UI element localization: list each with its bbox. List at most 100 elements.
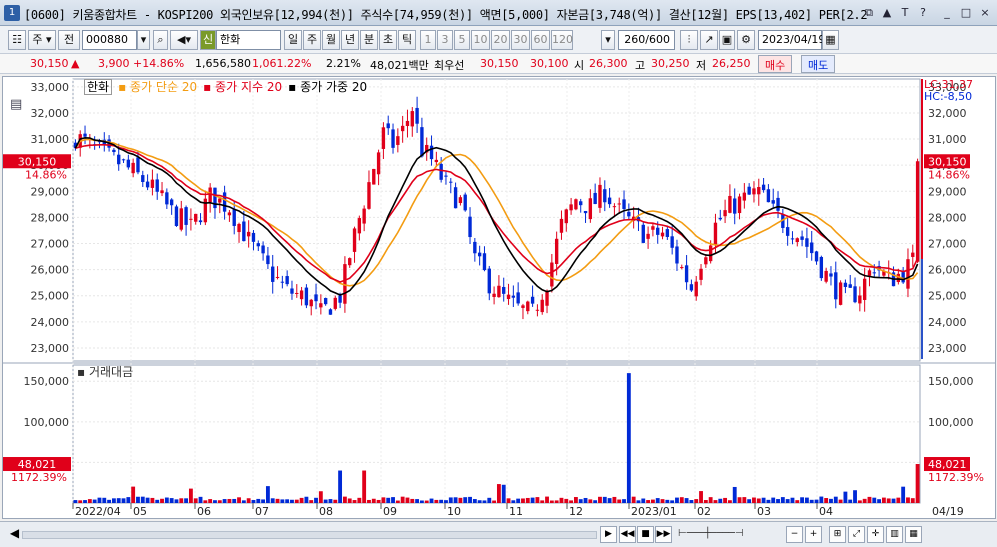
minute-tab-20[interactable]: 20 [491, 30, 510, 50]
legend-item-1[interactable]: ▪ 종가 단순 20 [118, 80, 197, 94]
minute-tab-5[interactable]: 5 [454, 30, 470, 50]
volume-bar [598, 496, 602, 503]
edge-blue-bar [921, 259, 923, 359]
candle-body [434, 159, 439, 163]
legend-item-0[interactable]: 한화 [84, 79, 113, 95]
volume-bar [501, 484, 506, 503]
legend-item-3[interactable]: ▪ 종가 가중 20 [288, 80, 367, 94]
buy-button[interactable]: 매수 [758, 55, 793, 73]
minimize-icon[interactable]: _ [843, 5, 859, 20]
candle-body [737, 196, 742, 214]
layout-icon[interactable]: ▥ [886, 526, 903, 543]
grid-toggle-icon[interactable]: ▦ [905, 526, 922, 543]
volume-bar [660, 499, 665, 503]
stock-code-input[interactable]: 000880 [82, 30, 137, 50]
volume-pane [72, 364, 921, 504]
scroll-left-icon[interactable]: ◀ [6, 526, 23, 543]
save-icon[interactable]: ▣ [719, 30, 735, 50]
candle-body [256, 243, 260, 247]
volume-bar [857, 500, 862, 503]
price-tick-left: 24,000 [31, 316, 70, 329]
period-tab-2[interactable]: 월 [322, 30, 340, 50]
lock-icon[interactable]: ⊞ [829, 526, 846, 543]
settings-icon[interactable]: ⚙ [737, 30, 755, 50]
minute-tab-120[interactable]: 120 [551, 30, 573, 50]
minute-tab-1[interactable]: 1 [420, 30, 436, 50]
candle-body [415, 107, 419, 124]
volume-bar [612, 496, 617, 503]
sell-button[interactable]: 매도 [801, 55, 836, 73]
cross-icon[interactable]: ✛ [867, 526, 884, 543]
close-button[interactable]: × [977, 5, 993, 20]
volume-bar [429, 498, 434, 503]
prev-button[interactable]: 전 [58, 30, 80, 50]
volume-bar [87, 499, 92, 503]
legend-item-2[interactable]: ▪ 종가 지수 20 [203, 80, 282, 94]
volume-bar [549, 500, 554, 503]
period-tab-4[interactable]: 분 [360, 30, 378, 50]
candle-body [449, 181, 453, 183]
market-select[interactable]: 주 ▾ [28, 30, 56, 50]
candle-body [824, 270, 828, 282]
max-button[interactable]: □ [958, 5, 974, 20]
scroll-track[interactable] [22, 531, 597, 539]
candle-body [872, 272, 876, 274]
search-icon[interactable]: ⌕ [153, 30, 168, 50]
play-icon[interactable]: ▶▶ [655, 526, 672, 543]
minute-tab-3[interactable]: 3 [437, 30, 453, 50]
zoom-slider[interactable]: ⊢───┼────⊣ [678, 528, 778, 542]
price-tick-right: 25,000 [928, 290, 967, 303]
indicator-icon[interactable]: ⫶ [680, 30, 698, 50]
pin-icon[interactable]: ▲ [879, 5, 895, 20]
help-icon[interactable]: ? [915, 5, 931, 20]
speaker-icon[interactable]: ◀▾ [170, 30, 198, 50]
calendar-icon[interactable]: ▦ [822, 30, 839, 50]
candle-body [83, 133, 87, 137]
volume-bar [689, 500, 694, 503]
minute-tab-30[interactable]: 30 [511, 30, 530, 50]
font-icon[interactable]: T [897, 5, 913, 20]
best-price-label: 최우선 [434, 59, 465, 72]
volume-bar [901, 486, 906, 503]
volume-bar [708, 497, 713, 503]
volume-bar [761, 497, 766, 503]
chart-scrollbar[interactable]: ◀ ▶ ◀◀ ■ ▶▶ ⊢───┼────⊣ − + ⊞ ⤢ ✛ ▥ ▦ [0, 521, 997, 547]
min-button[interactable]: _ [939, 5, 955, 20]
volume-bar [169, 498, 174, 503]
volume-bar [73, 500, 78, 503]
candle-body [766, 189, 771, 203]
trade-amount: 48,021백만 [370, 59, 429, 72]
volume-bar [285, 499, 290, 503]
minute-tab-60[interactable]: 60 [531, 30, 550, 50]
candle-body [367, 182, 371, 209]
rewind-icon[interactable]: ◀◀ [619, 526, 636, 543]
price-chart[interactable]: 33,00033,00032,00032,00031,00031,00030,0… [3, 77, 995, 518]
stop-icon[interactable]: ■ [637, 526, 654, 543]
chart-panel[interactable]: 33,00033,00032,00032,00031,00031,00030,0… [2, 76, 996, 519]
period-tab-6[interactable]: 틱 [398, 30, 416, 50]
period-tab-5[interactable]: 초 [379, 30, 397, 50]
scroll-right-icon[interactable]: ▶ [600, 526, 617, 543]
date-field[interactable]: 2023/04/19 [758, 30, 825, 50]
expand-icon[interactable]: ⤢ [848, 526, 865, 543]
zoom-out-icon[interactable]: − [786, 526, 803, 543]
restore-icon[interactable]: ⧉ [861, 5, 877, 20]
draw-icon[interactable]: ↗ [700, 30, 718, 50]
period-tab-3[interactable]: 년 [341, 30, 359, 50]
grid-icon[interactable]: ☷ [8, 30, 26, 50]
volume-bar [347, 498, 352, 503]
count-field[interactable]: 260/600 [618, 30, 675, 50]
x-tick-label: 02 [697, 505, 711, 518]
volume-bar [516, 498, 521, 503]
code-dropdown-icon[interactable]: ▾ [137, 30, 150, 50]
candle-body [246, 231, 251, 237]
minute-tab-10[interactable]: 10 [471, 30, 490, 50]
minute-dropdown-icon[interactable]: ▾ [601, 30, 615, 50]
candle-body [545, 290, 549, 306]
candle-body [708, 245, 713, 262]
volume-bar [877, 499, 882, 503]
period-tab-1[interactable]: 주 [303, 30, 321, 50]
period-tab-0[interactable]: 일 [284, 30, 302, 50]
zoom-in-icon[interactable]: + [805, 526, 822, 543]
chart-settings-icon[interactable]: ▤ [10, 97, 22, 112]
